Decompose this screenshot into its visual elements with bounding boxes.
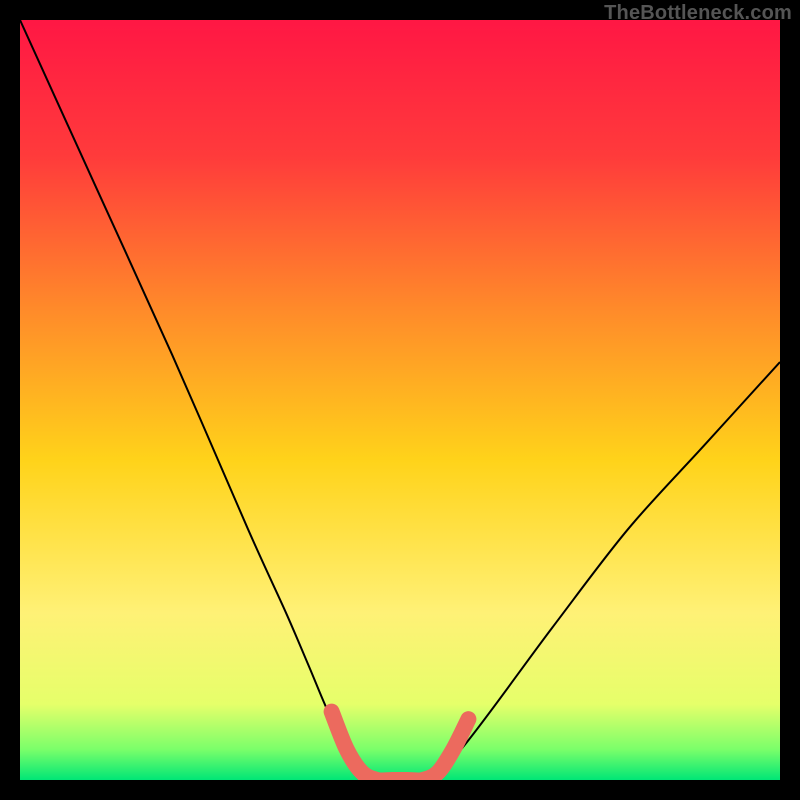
heatmap-gradient-background — [20, 20, 780, 780]
watermark-label: TheBottleneck.com — [604, 2, 792, 25]
bottleneck-chart — [0, 0, 800, 800]
chart-frame: TheBottleneck.com — [0, 0, 800, 800]
